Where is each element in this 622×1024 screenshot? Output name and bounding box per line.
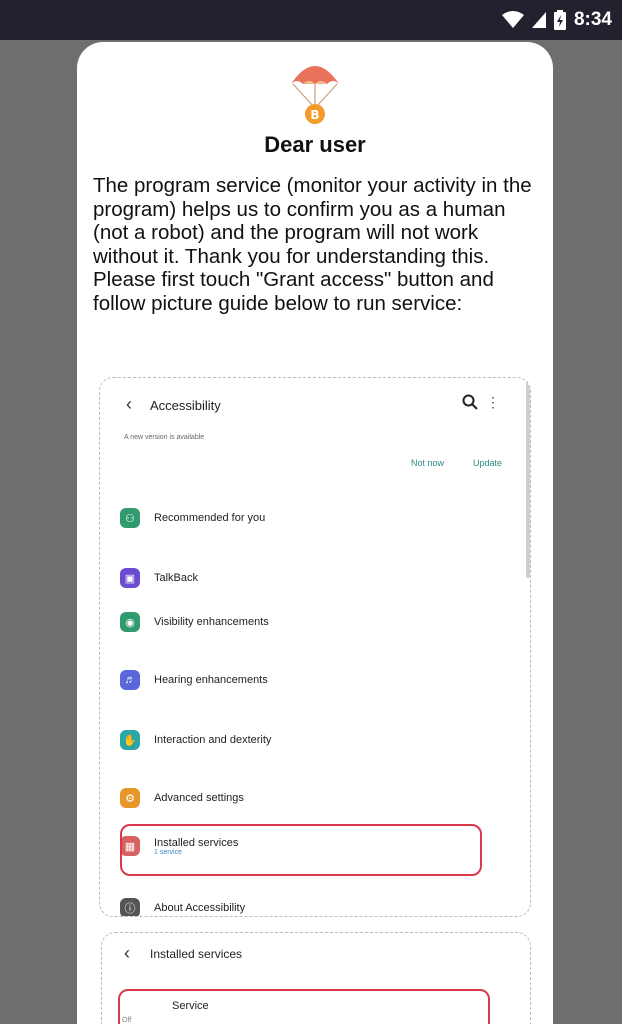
visibility-icon: ◉ — [120, 612, 140, 632]
guide-item-label: Advanced settings — [154, 792, 244, 804]
guide-screen-title: Accessibility — [150, 398, 221, 413]
guide-back-icon: ‹ — [126, 394, 132, 414]
guide-item-label: Visibility enhancements — [154, 616, 269, 628]
guide-item-label: Hearing enhancements — [154, 674, 268, 686]
guide-item-hearing: ♬ Hearing enhancements — [120, 670, 268, 690]
dialog-title: Dear user — [264, 132, 366, 157]
guide-scroll-indicator — [526, 378, 530, 578]
guide2-back-icon: ‹ — [124, 943, 130, 963]
guide-item-about: ⓘ About Accessibility — [120, 898, 246, 916]
status-time: 8:34 — [573, 9, 612, 30]
guide-notice: A new version is available — [124, 434, 205, 441]
advanced-settings-icon: ⚙ — [120, 788, 140, 808]
guide-item-advanced: ⚙ Advanced settings — [120, 788, 244, 808]
guide2-service-label: Service — [172, 1000, 209, 1012]
guide-more-icon: ⋮ — [486, 394, 500, 410]
guide2-screen-title: Installed services — [150, 947, 243, 961]
guide-search-icon — [462, 394, 478, 410]
info-icon: ⓘ — [120, 898, 140, 916]
dialog-message: The program service (monitor your activi… — [93, 174, 532, 315]
guide-item-label: TalkBack — [154, 572, 199, 584]
wifi-icon — [501, 11, 524, 28]
accessibility-icon: ⚇ — [120, 508, 140, 528]
guide-item-recommended: ⚇ Recommended for you — [120, 508, 265, 528]
guide-item-label: Recommended for you — [154, 512, 266, 524]
status-bar: 8:34 — [0, 0, 622, 40]
hearing-icon: ♬ — [120, 670, 140, 690]
interaction-icon: ✋ — [120, 730, 140, 750]
permission-dialog: B Dear user The program service (monitor… — [77, 42, 553, 1024]
guide-item-visibility: ◉ Visibility enhancements — [120, 612, 269, 632]
guide-item-interaction: ✋ Interaction and dexterity — [120, 730, 271, 750]
battery-icon — [553, 10, 566, 30]
guide-item-talkback: ▣ TalkBack — [120, 568, 198, 588]
guide-screenshot-installed-services: ‹ Installed services Service Off — [101, 932, 531, 1024]
guide-not-now: Not now — [410, 458, 444, 468]
guide2-off-label: Off — [122, 1017, 132, 1024]
guide-highlight-installed-services — [120, 824, 482, 876]
guide-screenshot-accessibility: ‹ Accessibility ⋮ A new version is avail… — [99, 377, 531, 917]
guide-update: Update — [472, 458, 502, 468]
signal-icon — [531, 12, 546, 28]
svg-text:B: B — [310, 108, 319, 122]
parachute-bitcoin-icon: B — [291, 66, 339, 124]
guide-item-label: Interaction and dexterity — [154, 734, 272, 746]
talkback-icon: ▣ — [120, 568, 140, 588]
guide-item-label: About Accessibility — [154, 902, 246, 914]
